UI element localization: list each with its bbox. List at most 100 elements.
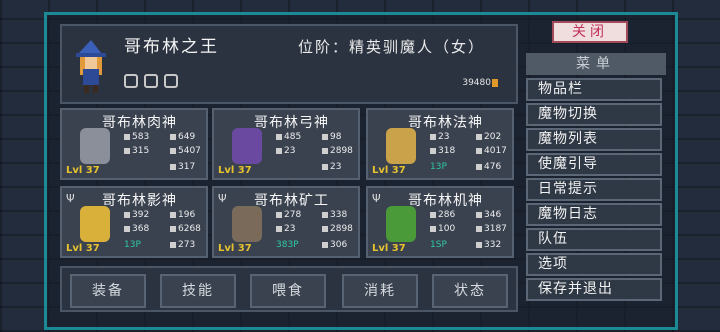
fork-icon: Ψ <box>218 192 227 205</box>
sword-icon <box>124 211 130 218</box>
tab-equipment[interactable]: 装备 <box>70 274 146 308</box>
heart-icon <box>170 225 176 232</box>
stat-hp: 23 <box>276 146 295 156</box>
monster-card[interactable]: Ψ 哥布林机神 Lvl 37 286 346 100 3187 1SP 332 <box>366 186 514 258</box>
defense-value: 649 <box>178 132 196 142</box>
monster-sprite <box>80 128 110 164</box>
stat-attack: 278 <box>276 210 301 220</box>
attack-value: 278 <box>284 210 302 220</box>
pouch-icon <box>170 163 176 170</box>
menu-item-familiar-guide[interactable]: 使魔引导 <box>526 153 662 176</box>
menu-item-monster-switch[interactable]: 魔物切换 <box>526 103 662 126</box>
monster-sprite <box>232 128 262 164</box>
menu-item-save-and-quit[interactable]: 保存并退出 <box>526 278 662 301</box>
mp-value: 3187 <box>484 224 507 234</box>
stamina-value: 273 <box>178 240 196 250</box>
player-avatar <box>76 40 106 93</box>
stat-attack: 485 <box>276 132 301 142</box>
stat-hp: 368 <box>124 224 149 234</box>
monster-name: 哥布林弓神 <box>254 115 329 131</box>
stat-sp: 383P <box>276 240 299 250</box>
staff-icon <box>276 147 282 154</box>
menu-item-monster-log[interactable]: 魔物日志 <box>526 203 662 226</box>
pouch-icon <box>322 163 328 170</box>
menu-title: 菜单 <box>526 53 666 75</box>
stat-mp: 2898 <box>322 224 353 234</box>
mp-value: 6268 <box>178 224 201 234</box>
heart-icon <box>322 147 328 154</box>
stat-attack: 583 <box>124 132 149 142</box>
shield-icon <box>322 133 328 140</box>
mp-value: 2898 <box>330 224 353 234</box>
attack-value: 23 <box>438 132 450 142</box>
player-name: 哥布林之王 <box>124 37 219 57</box>
monster-level: Lvl 37 <box>66 243 100 254</box>
monster-card[interactable]: 哥布林法神 Lvl 37 23 202 318 4017 13P 476 <box>366 108 514 180</box>
sword-icon <box>276 211 282 218</box>
monster-card[interactable]: 哥布林弓神 Lvl 37 485 98 23 2898 23 <box>212 108 360 180</box>
hp-value: 318 <box>438 146 456 156</box>
pouch-icon <box>476 241 482 248</box>
stat-sp: 1SP <box>430 240 447 250</box>
stat-sp: 13P <box>430 162 447 172</box>
stat-mp: 3187 <box>476 224 507 234</box>
defense-value: 338 <box>330 210 348 220</box>
monster-level: Lvl 37 <box>66 165 100 176</box>
stat-defense: 346 <box>476 210 501 220</box>
monster-sprite <box>232 206 262 242</box>
stat-stamina: 306 <box>322 240 347 250</box>
hp-value: 23 <box>284 224 296 234</box>
monster-level: Lvl 37 <box>218 243 252 254</box>
monster-card[interactable]: Ψ 哥布林影神 Lvl 37 392 196 368 6268 13P 273 <box>60 186 208 258</box>
gold-value: 39480 <box>462 78 491 88</box>
monster-level: Lvl 37 <box>218 165 252 176</box>
monster-card[interactable]: Ψ 哥布林矿工 Lvl 37 278 338 23 2898 383P 306 <box>212 186 360 258</box>
shield-icon <box>170 211 176 218</box>
monster-name: 哥布林影神 <box>102 193 177 209</box>
attack-value: 392 <box>132 210 150 220</box>
wolf-skill-icon <box>124 74 138 88</box>
monster-sprite <box>386 206 416 242</box>
shield-icon <box>322 211 328 218</box>
tab-consumables[interactable]: 消耗 <box>342 274 418 308</box>
defense-value: 196 <box>178 210 196 220</box>
menu-item-daily-tips[interactable]: 日常提示 <box>526 178 662 201</box>
stat-attack: 286 <box>430 210 455 220</box>
menu-item-inventory[interactable]: 物品栏 <box>526 78 662 101</box>
defense-value: 98 <box>330 132 342 142</box>
stat-mp: 6268 <box>170 224 201 234</box>
defense-value: 346 <box>484 210 502 220</box>
stat-stamina: 317 <box>170 162 195 172</box>
tab-status[interactable]: 状态 <box>432 274 508 308</box>
menu-item-monster-list[interactable]: 魔物列表 <box>526 128 662 151</box>
stat-attack: 23 <box>430 132 449 142</box>
close-button[interactable]: 关闭 <box>552 21 628 43</box>
monster-level: Lvl 37 <box>372 165 406 176</box>
attack-value: 485 <box>284 132 302 142</box>
shield-icon <box>476 211 482 218</box>
shield-icon <box>476 133 482 140</box>
menu-item-party[interactable]: 队伍 <box>526 228 662 251</box>
stat-hp: 315 <box>124 146 149 156</box>
stat-defense: 202 <box>476 132 501 142</box>
mp-value: 5407 <box>178 146 201 156</box>
monster-party-grid: 哥布林肉神 Lvl 37 583 649 315 5407 317 哥布林弓神 Lvl 37 48… <box>60 108 518 260</box>
hp-value: 368 <box>132 224 150 234</box>
stat-defense: 649 <box>170 132 195 142</box>
menu-item-options[interactable]: 选项 <box>526 253 662 276</box>
hp-value: 23 <box>284 146 296 156</box>
fork-icon: Ψ <box>372 192 381 205</box>
tab-feed[interactable]: 喂食 <box>250 274 326 308</box>
player-info-panel: 哥布林之王 位阶：精英驯魔人（女） 39480 <box>60 24 518 104</box>
cloak-skill-icon <box>144 74 158 88</box>
heart-icon <box>322 225 328 232</box>
monster-sprite <box>80 206 110 242</box>
staff-icon <box>276 225 282 232</box>
monster-card[interactable]: 哥布林肉神 Lvl 37 583 649 315 5407 317 <box>60 108 208 180</box>
fork-icon: Ψ <box>66 192 75 205</box>
stat-defense: 338 <box>322 210 347 220</box>
monster-name: 哥布林矿工 <box>254 193 329 209</box>
stat-hp: 100 <box>430 224 455 234</box>
key-skill-icon <box>164 74 178 88</box>
tab-skills[interactable]: 技能 <box>160 274 236 308</box>
